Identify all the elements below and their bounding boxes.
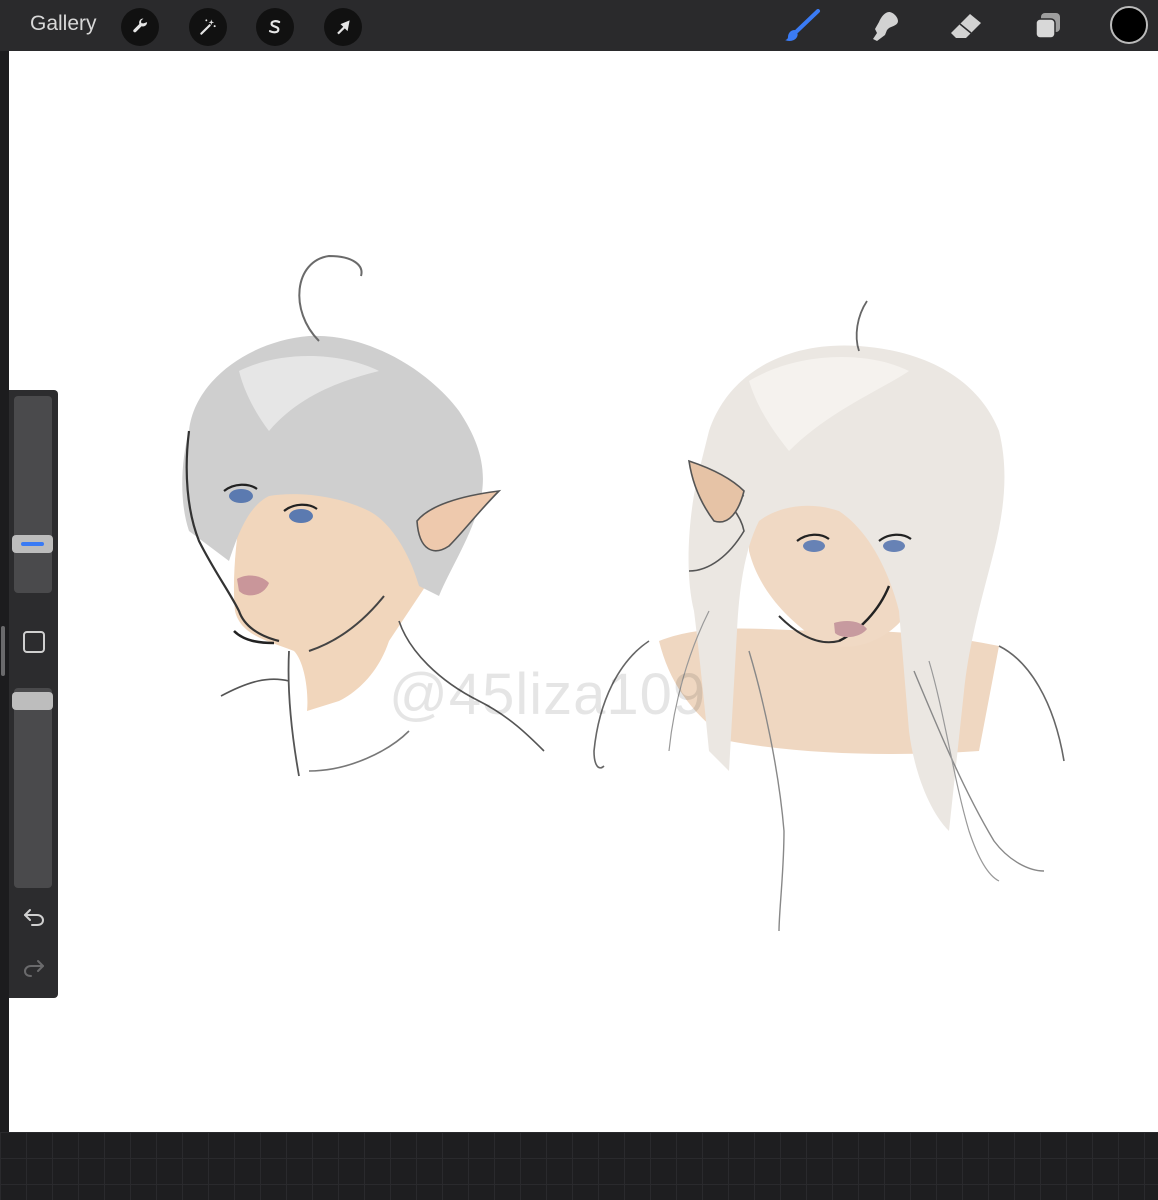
adjustments-button[interactable]	[189, 8, 227, 46]
erase-tool-button[interactable]	[946, 7, 986, 45]
redo-button[interactable]	[21, 955, 47, 981]
redo-icon	[23, 960, 44, 977]
smudge-icon	[873, 12, 898, 41]
arrow-cursor-icon	[337, 20, 350, 35]
sidebar-drag-handle[interactable]	[1, 626, 5, 676]
selection-s-icon	[268, 20, 281, 34]
layers-button[interactable]	[1028, 7, 1068, 45]
wrench-icon	[133, 18, 148, 33]
drawing-canvas[interactable]: @45liza109	[9, 51, 1158, 1132]
top-toolbar: Gallery	[0, 0, 1158, 51]
gallery-button[interactable]: Gallery	[30, 12, 97, 36]
canvas-artwork	[182, 254, 1065, 932]
layers-icon	[1035, 13, 1060, 39]
undo-icon	[24, 909, 45, 926]
actions-button[interactable]	[121, 8, 159, 46]
modify-button[interactable]	[23, 631, 45, 653]
brush-icon	[785, 9, 820, 41]
selection-button[interactable]	[256, 8, 294, 46]
workspace-background	[0, 1132, 1158, 1200]
smudge-tool-button[interactable]	[864, 7, 904, 45]
left-edge-gutter	[0, 51, 9, 1132]
canvas-watermark: @45liza109	[389, 662, 707, 727]
opacity-slider[interactable]	[14, 688, 52, 888]
transform-button[interactable]	[324, 8, 362, 46]
brush-sidebar	[9, 390, 58, 998]
procreate-app: Gallery @45liza109	[0, 0, 1158, 1200]
undo-button[interactable]	[21, 904, 47, 930]
magic-wand-icon	[200, 19, 216, 35]
brush-size-thumb[interactable]	[12, 535, 53, 553]
paint-tool-button[interactable]	[782, 7, 822, 45]
color-picker-button[interactable]	[1110, 6, 1148, 44]
brush-size-indicator	[21, 542, 44, 546]
eraser-icon	[951, 14, 981, 38]
brush-size-slider[interactable]	[14, 396, 52, 593]
opacity-thumb[interactable]	[12, 692, 53, 710]
